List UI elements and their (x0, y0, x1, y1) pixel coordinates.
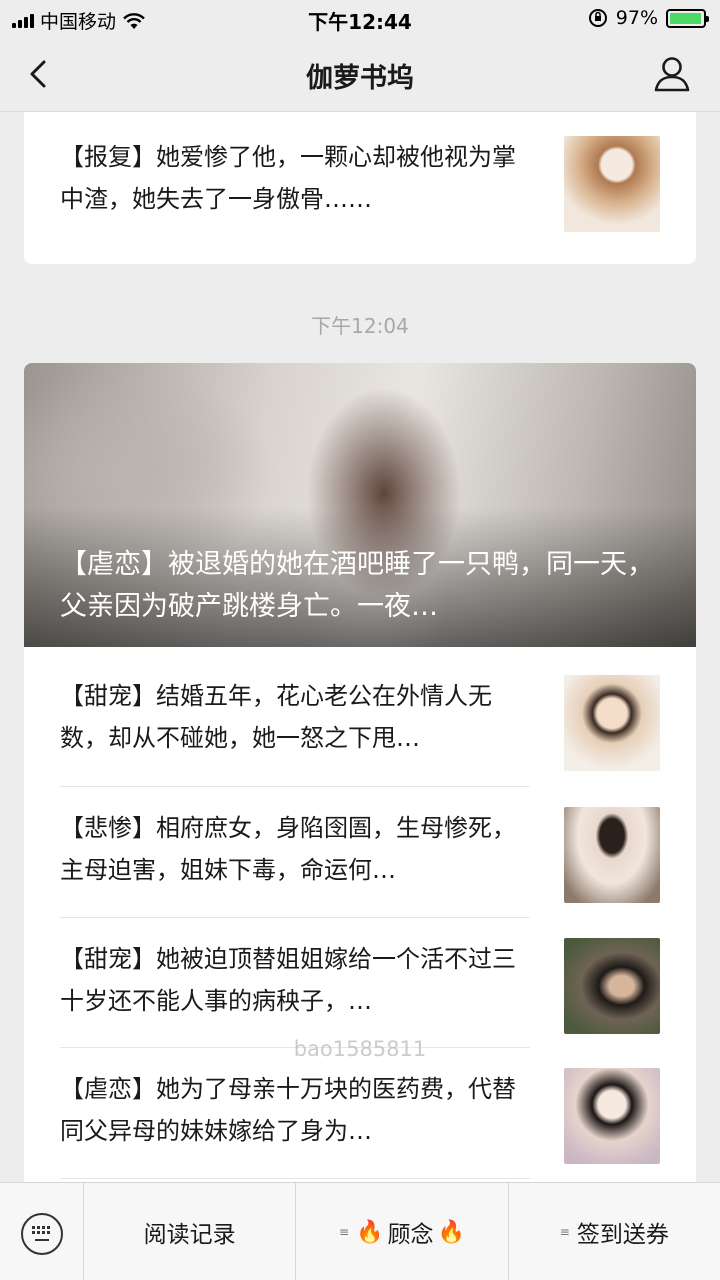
article-thumbnail (564, 938, 660, 1034)
menu-reading-history[interactable]: 阅读记录 (84, 1183, 297, 1280)
article-item[interactable]: 【甜宠】她被迫顶替姐姐嫁给一个活不过三十岁还不能人事的病秧子，… (24, 916, 696, 1047)
keyboard-toggle-button[interactable] (0, 1183, 84, 1280)
article-title: 【甜宠】她被迫顶替姐姐嫁给一个活不过三十岁还不能人事的病秧子，… (60, 945, 516, 1015)
submenu-icon: ≡ (559, 1225, 570, 1239)
keyboard-icon (21, 1213, 63, 1255)
article-title: 【悲惨】相府庶女，身陷囹圄，生母惨死，主母迫害，姐妹下毒，命运何… (60, 814, 516, 884)
watermark: bao1585811 (293, 1037, 427, 1061)
menu-label: 阅读记录 (143, 1222, 236, 1248)
flame-icon: 🔥 (437, 1219, 465, 1245)
article-item[interactable]: 【报复】她爱惨了他，一颗心却被他视为掌中渣，她失去了一身傲骨…… (24, 114, 696, 245)
article-item[interactable]: 【虐恋】她为了母亲十万块的医药费，代替同父异母的妹妹嫁给了身为… (24, 1046, 696, 1177)
hero-article-title: 【虐恋】被退婚的她在酒吧睡了一只鸭，同一天，父亲因为破产跳楼身亡。一夜… (60, 549, 654, 622)
battery-fill (670, 12, 702, 24)
article-thumbnail (564, 807, 660, 903)
article-thumbnail (564, 136, 660, 232)
article-title: 【虐恋】她为了母亲十万块的医药费，代替同父异母的妹妹嫁给了身为… (60, 1075, 516, 1145)
status-right: 97% (588, 7, 709, 29)
article-title: 【报复】她爱惨了他，一颗心却被他视为掌中渣，她失去了一身傲骨…… (60, 143, 516, 213)
battery-icon (666, 8, 709, 28)
menu-label: 顾念 (387, 1222, 434, 1248)
rotation-lock-icon (588, 9, 607, 27)
article-title: 【甜宠】结婚五年，花心老公在外情人无数，却从不碰她，她一怒之下甩… (60, 682, 492, 752)
menu-label: 签到送券 (576, 1222, 669, 1248)
status-bar: 中国移动 下午12:44 97% (0, 0, 720, 36)
message-timestamp: 下午12:04 (311, 314, 409, 338)
submenu-icon: ≡ (339, 1225, 349, 1239)
flame-icon: 🔥 (356, 1219, 384, 1245)
article-thumbnail (564, 1068, 660, 1164)
divider (60, 1178, 530, 1179)
article-thumbnail (564, 675, 660, 771)
message-list[interactable]: 【报复】她爱惨了他，一颗心却被他视为掌中渣，她失去了一身傲骨…… 下午12:04… (0, 112, 720, 1182)
user-profile-icon[interactable] (652, 54, 692, 94)
hero-article[interactable]: 【虐恋】被退婚的她在酒吧睡了一只鸭，同一天，父亲因为破产跳楼身亡。一夜… (24, 363, 696, 647)
menu-checkin-coupon[interactable]: ≡ 签到送券 (509, 1183, 720, 1280)
article-item[interactable]: 【甜宠】结婚五年，花心老公在外情人无数，却从不碰她，她一怒之下甩… (24, 653, 696, 784)
nav-bar: 伽萝书坞 (0, 36, 720, 112)
article-card: 【报复】她爱惨了他，一颗心却被他视为掌中渣，她失去了一身傲骨…… (24, 112, 696, 264)
menu-gunian[interactable]: ≡ 🔥 顾念 🔥 (296, 1183, 509, 1280)
article-item[interactable]: 【悲惨】相府庶女，身陷囹圄，生母惨死，主母迫害，姐妹下毒，命运何… (24, 785, 696, 916)
bottom-menu-bar: 阅读记录 ≡ 🔥 顾念 🔥 ≡ 签到送券 (0, 1182, 720, 1280)
battery-percent: 97% (615, 7, 658, 29)
page-title: 伽萝书坞 (306, 63, 414, 94)
